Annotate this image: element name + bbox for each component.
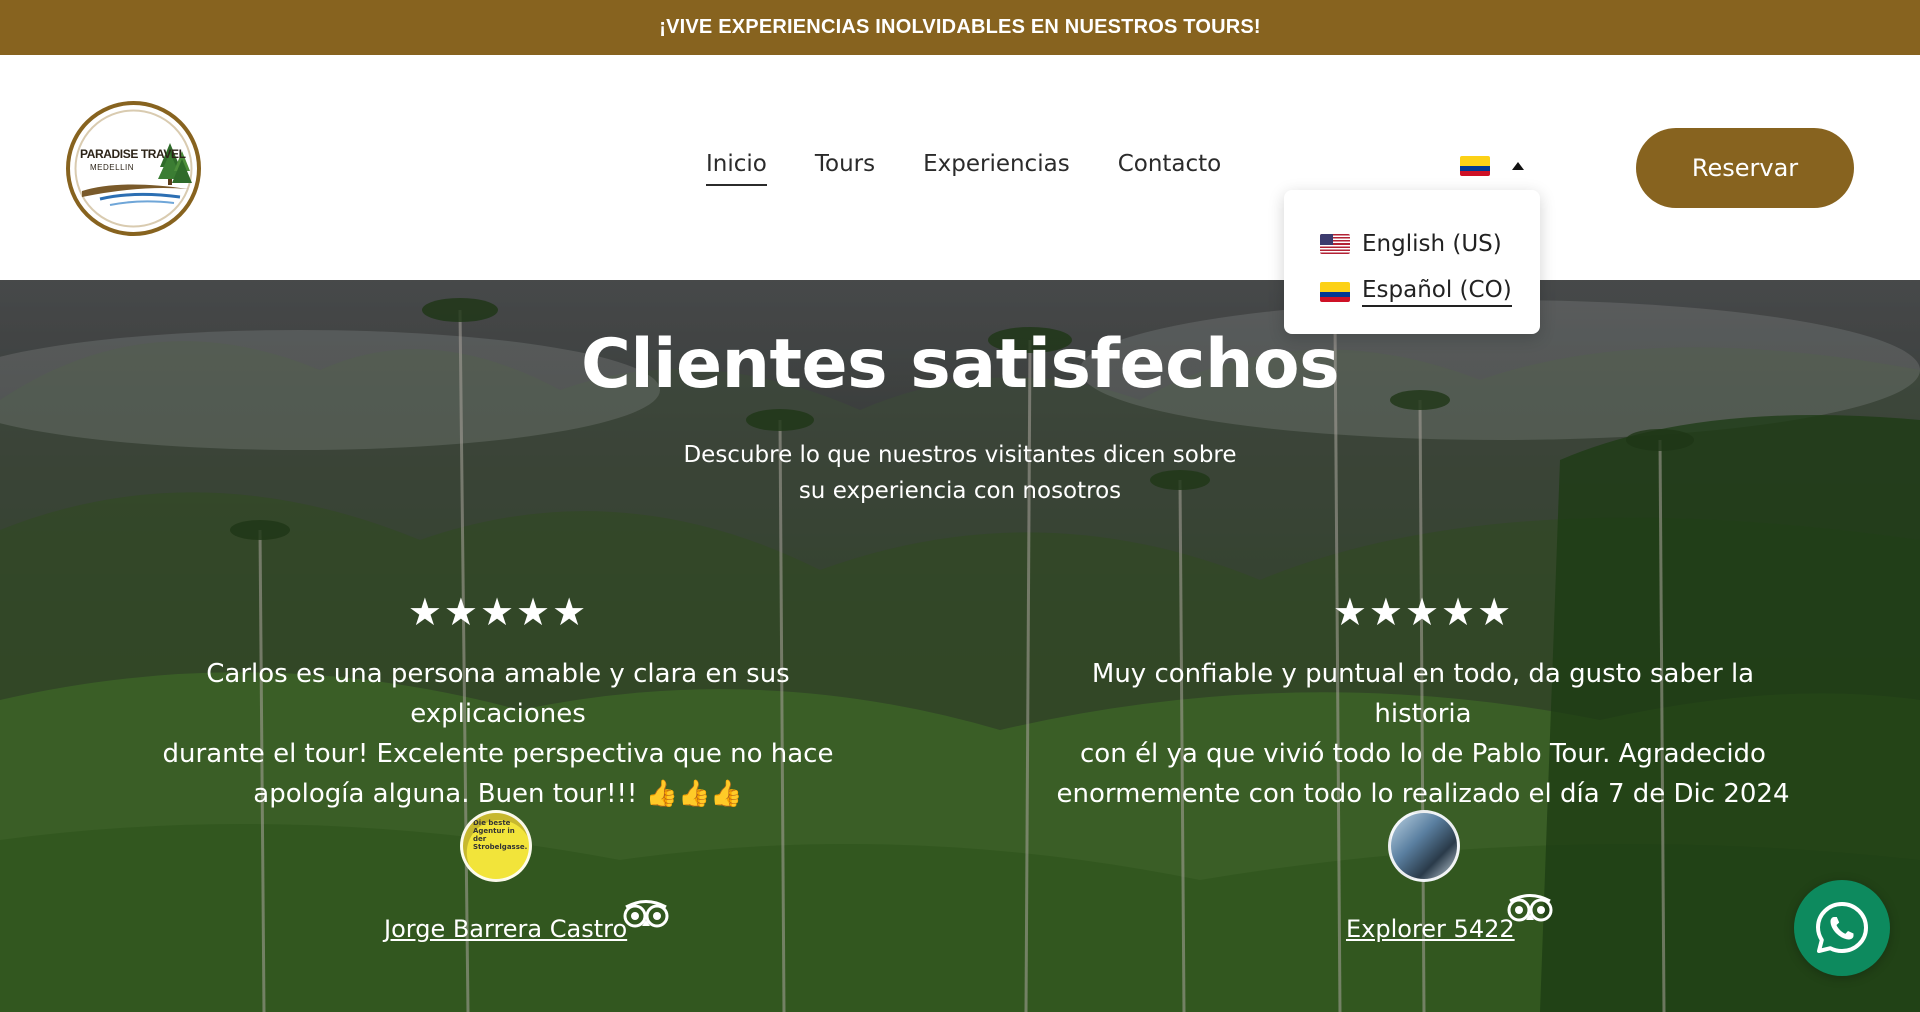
reviewer-name-link[interactable]: Explorer 5422 [1346, 915, 1515, 943]
avatar: Die beste Agentur in der Strobelgasse. [460, 810, 532, 882]
announcement-bar: ¡VIVE EXPERIENCIAS INOLVIDABLES EN NUEST… [0, 0, 1920, 55]
review-card: ★★★★★ Muy confiable y puntual en todo, d… [1043, 592, 1803, 814]
review-card: ★★★★★ Carlos es una persona amable y cla… [118, 592, 878, 814]
tripadvisor-icon[interactable] [1506, 892, 1554, 924]
nav-item-tours[interactable]: Tours [815, 150, 875, 186]
language-dropdown: English (US) Español (CO) [1284, 190, 1540, 334]
language-option-label: English (US) [1362, 231, 1502, 257]
review-text-line-1: Muy confiable y puntual en todo, da gust… [1091, 659, 1755, 729]
testimonials-section: Clientes satisfechos Descubre lo que nue… [0, 280, 1920, 1012]
announcement-text: ¡VIVE EXPERIENCIAS INOLVIDABLES EN NUEST… [659, 16, 1261, 38]
avatar [1388, 810, 1460, 882]
logo[interactable]: PARADISE TRAVEL MEDELLIN [66, 101, 201, 236]
logo-subtitle: MEDELLIN [90, 163, 135, 172]
tripadvisor-icon[interactable] [622, 898, 670, 930]
nav-item-experiencias[interactable]: Experiencias [923, 150, 1070, 186]
language-option-english[interactable]: English (US) [1320, 220, 1540, 268]
review-text-line-3: enormemente con todo lo realizado el día… [1056, 779, 1790, 809]
language-toggle[interactable] [1460, 156, 1524, 176]
flag-us-icon [1320, 234, 1350, 254]
flag-co-icon [1320, 282, 1350, 302]
whatsapp-icon [1816, 902, 1868, 953]
star-rating: ★★★★★ [407, 590, 589, 634]
section-subtitle: Descubre lo que nuestros visitantes dice… [660, 437, 1260, 509]
review-text: Carlos es una persona amable y clara en … [118, 654, 878, 814]
star-rating: ★★★★★ [1332, 590, 1514, 634]
nav-item-contacto[interactable]: Contacto [1118, 150, 1222, 186]
avatar-text: Die beste Agentur in der Strobelgasse. [473, 819, 528, 851]
caret-up-icon [1512, 162, 1524, 170]
main-nav: Inicio Tours Experiencias Contacto [706, 150, 1221, 186]
site-header: PARADISE TRAVEL MEDELLIN Inicio Tours Ex… [0, 55, 1920, 280]
review-text-line-1: Carlos es una persona amable y clara en … [206, 659, 790, 729]
language-option-label: Español (CO) [1362, 277, 1512, 307]
language-option-spanish[interactable]: Español (CO) [1320, 268, 1540, 316]
review-text-line-2: durante el tour! Excelente perspectiva q… [162, 739, 834, 769]
review-text-line-2: con él ya que vivió todo lo de Pablo Tou… [1080, 739, 1766, 769]
flag-co-icon [1460, 156, 1490, 176]
section-title: Clientes satisfechos [580, 325, 1340, 404]
section-subtitle-line-2: su experiencia con nosotros [798, 478, 1122, 504]
reserve-button[interactable]: Reservar [1636, 128, 1854, 208]
nav-item-inicio[interactable]: Inicio [706, 150, 767, 186]
reviewer-name-link[interactable]: Jorge Barrera Castro [384, 915, 627, 943]
review-text: Muy confiable y puntual en todo, da gust… [1043, 654, 1803, 814]
section-subtitle-line-1: Descubre lo que nuestros visitantes dice… [683, 442, 1237, 468]
logo-title: PARADISE TRAVEL [80, 147, 186, 161]
whatsapp-button[interactable] [1794, 880, 1890, 976]
review-text-line-3: apología alguna. Buen tour!!! 👍👍👍 [253, 779, 743, 809]
